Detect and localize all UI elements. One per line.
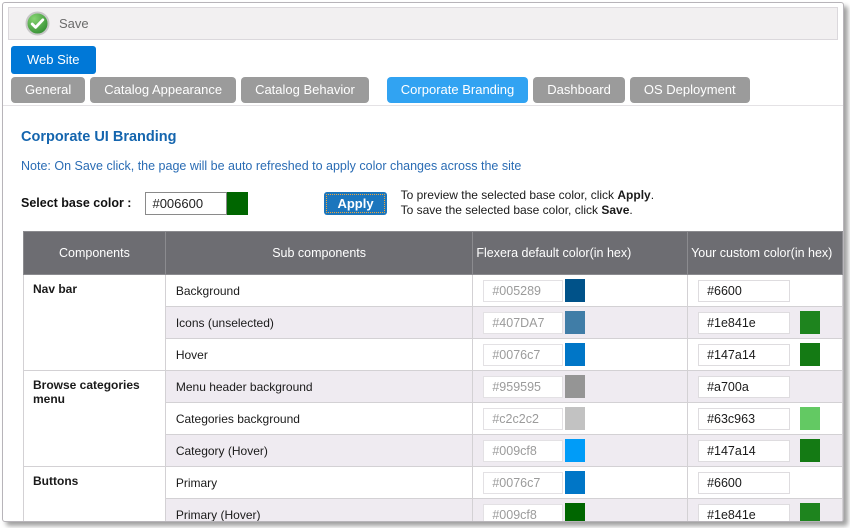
component-name: Buttons [24,467,166,523]
default-color-cell: #009cf8 [473,435,688,467]
custom-color-input[interactable] [698,440,790,462]
tab-os-deployment[interactable]: OS Deployment [630,77,750,103]
custom-color-swatch [800,407,820,430]
tab-general[interactable]: General [11,77,85,103]
sub-component-name: Background [165,275,473,307]
default-color-swatch [565,439,585,462]
custom-color-cell [688,499,843,523]
custom-color-swatch [800,503,820,522]
table-row: Browse categories menuMenu header backgr… [24,371,843,403]
column-header-flexera-default-color-in-hex: Flexera default color(in hex) [473,232,688,275]
custom-color-input[interactable] [698,312,790,334]
default-color-value: #005289 [483,280,563,302]
default-color-cell: #959595 [473,371,688,403]
custom-color-cell [688,275,843,307]
custom-color-input[interactable] [698,472,790,494]
custom-color-cell [688,307,843,339]
sub-component-name: Icons (unselected) [165,307,473,339]
default-color-value: #0076c7 [483,472,563,494]
table-header-row: ComponentsSub componentsFlexera default … [24,232,843,275]
instruction-line: To preview the selected base color, clic… [401,188,654,203]
custom-color-input[interactable] [698,504,790,523]
custom-color-swatch [800,311,820,334]
default-color-cell: #407DA7 [473,307,688,339]
default-color-swatch [565,503,585,522]
note-text: Note: On Save click, the page will be au… [21,159,843,173]
default-color-value: #009cf8 [483,504,563,523]
content-area: Corporate UI Branding Note: On Save clic… [3,129,843,522]
base-color-input[interactable] [145,192,227,215]
instruction-text: To preview the selected base color, clic… [401,188,654,218]
custom-color-cell [688,371,843,403]
tab-bar: GeneralCatalog AppearanceCatalog Behavio… [3,77,843,106]
apply-button[interactable]: Apply [324,192,386,215]
component-name: Nav bar [24,275,166,371]
sub-component-name: Hover [165,339,473,371]
default-color-swatch [565,279,585,302]
tab-catalog-appearance[interactable]: Catalog Appearance [90,77,236,103]
sub-component-name: Primary (Hover) [165,499,473,523]
custom-color-input[interactable] [698,408,790,430]
save-button[interactable]: Save [19,10,95,37]
toolbar: Save [8,7,838,40]
page-title: Corporate UI Branding [21,129,843,145]
default-color-value: #c2c2c2 [483,408,563,430]
custom-color-swatch [800,343,820,366]
base-color-swatch [227,192,248,215]
custom-color-cell [688,467,843,499]
default-color-swatch [565,343,585,366]
custom-color-cell [688,403,843,435]
default-color-swatch [565,311,585,334]
custom-color-cell [688,435,843,467]
default-color-value: #009cf8 [483,440,563,462]
default-color-cell: #005289 [473,275,688,307]
tab-catalog-behavior[interactable]: Catalog Behavior [241,77,369,103]
custom-color-cell [688,339,843,371]
branding-table: ComponentsSub componentsFlexera default … [23,231,843,522]
default-color-value: #0076c7 [483,344,563,366]
table-row: ButtonsPrimary#0076c7 [24,467,843,499]
tab-web-site[interactable]: Web Site [11,46,96,74]
column-header-components: Components [24,232,166,275]
custom-color-input[interactable] [698,376,790,398]
save-button-label: Save [59,16,89,31]
column-header-sub-components: Sub components [165,232,473,275]
component-name: Browse categories menu [24,371,166,467]
default-color-cell: #c2c2c2 [473,403,688,435]
sub-component-name: Category (Hover) [165,435,473,467]
table-row: Nav barBackground#005289 [24,275,843,307]
default-color-swatch [565,407,585,430]
tab-corporate-branding[interactable]: Corporate Branding [387,77,528,103]
default-color-value: #407DA7 [483,312,563,334]
default-color-cell: #0076c7 [473,467,688,499]
table-body: Nav barBackground #005289 Icons (unselecte… [24,275,843,523]
custom-color-swatch [800,439,820,462]
custom-color-input[interactable] [698,344,790,366]
save-checkmark-icon [25,11,50,36]
sub-component-name: Categories background [165,403,473,435]
default-color-value: #959595 [483,376,563,398]
base-color-row: Select base color : Apply To preview the… [21,188,843,218]
sub-component-name: Menu header background [165,371,473,403]
default-color-swatch [565,375,585,398]
instruction-line: To save the selected base color, click S… [401,203,654,218]
settings-window: Save Web Site GeneralCatalog AppearanceC… [2,2,844,522]
default-color-cell: #0076c7 [473,339,688,371]
column-header-your-custom-color-in-hex: Your custom color(in hex) [688,232,843,275]
base-color-label: Select base color : [21,196,131,210]
default-color-swatch [565,471,585,494]
tab-dashboard[interactable]: Dashboard [533,77,625,103]
default-color-cell: #009cf8 [473,499,688,523]
custom-color-input[interactable] [698,280,790,302]
sub-component-name: Primary [165,467,473,499]
